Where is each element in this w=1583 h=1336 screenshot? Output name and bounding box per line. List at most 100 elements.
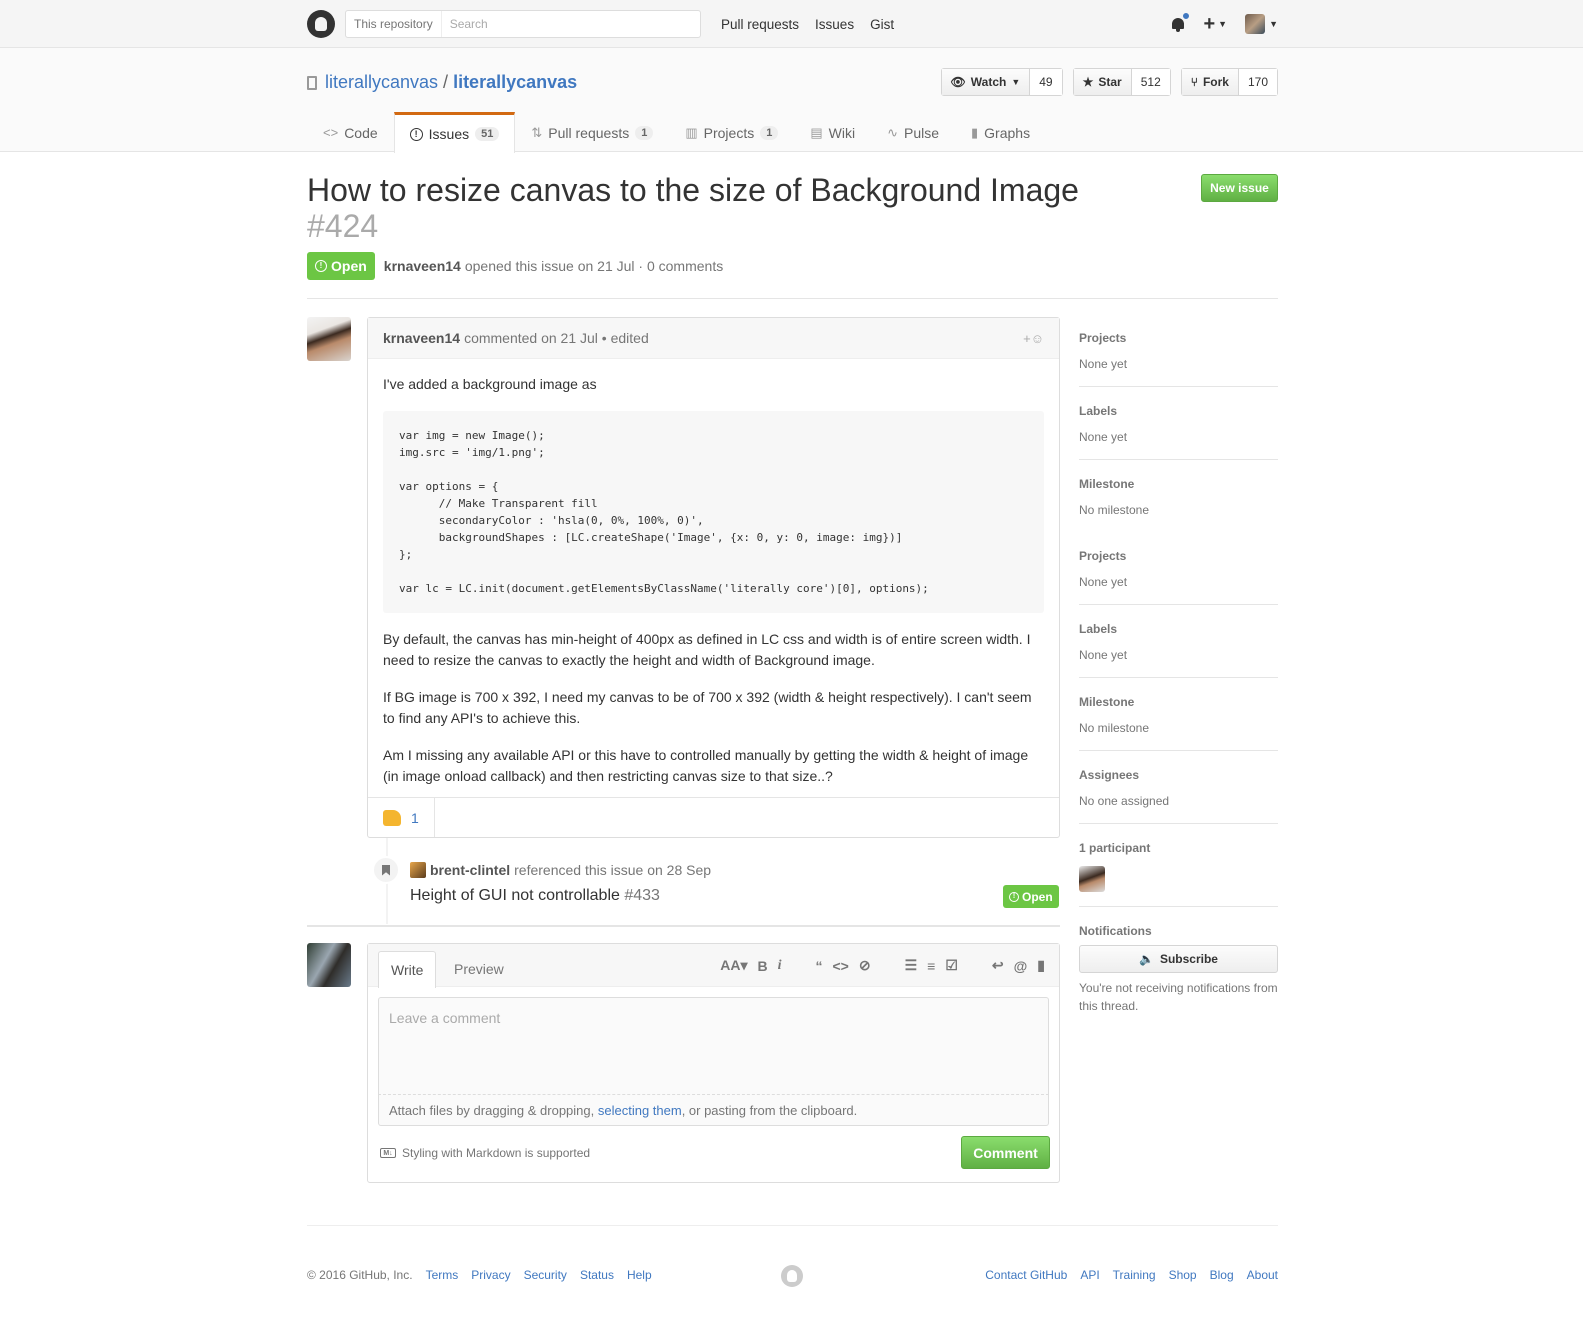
tab-pulse[interactable]: ∿ Pulse — [871, 112, 955, 152]
search-input[interactable]: This repository Search — [345, 10, 701, 38]
sidebar-heading: Notifications — [1079, 924, 1152, 938]
comment-submit-button[interactable]: Comment — [961, 1136, 1050, 1169]
nav-gist[interactable]: Gist — [870, 17, 894, 32]
star-button[interactable]: ★ Star — [1073, 69, 1132, 95]
subscribe-button[interactable]: 🔈 Subscribe — [1079, 945, 1278, 973]
new-issue-button[interactable]: New issue — [1201, 174, 1278, 202]
avatar[interactable] — [410, 862, 426, 878]
unread-dot-icon — [1182, 12, 1191, 20]
user-menu[interactable]: ▼ — [1245, 14, 1278, 34]
header-text-icon[interactable]: AA▾ — [720, 957, 747, 974]
sidebar-heading: 1 participant — [1079, 841, 1151, 855]
tab-projects[interactable]: ▥ Projects 1 — [669, 112, 794, 152]
tab-graphs[interactable]: ▮ Graphs — [955, 112, 1046, 152]
github-logo-icon[interactable] — [307, 10, 335, 38]
footer-link-shop[interactable]: Shop — [1169, 1268, 1197, 1282]
reactions-bar: 1 — [368, 797, 1059, 837]
select-files-link[interactable]: selecting them — [598, 1103, 682, 1118]
tab-wiki[interactable]: ▤ Wiki — [794, 112, 871, 152]
tab-pull-requests[interactable]: ⇅ Pull requests 1 — [515, 112, 669, 152]
caret-down-icon: ▼ — [1218, 19, 1228, 29]
tab-code[interactable]: <> Code — [307, 112, 394, 152]
star-label: Star — [1098, 75, 1122, 89]
markdown-note[interactable]: M↓ Styling with Markdown is supported — [380, 1146, 590, 1160]
create-new-menu[interactable]: + ▼ — [1203, 14, 1227, 34]
avatar[interactable] — [307, 317, 351, 361]
pr-icon: ⇅ — [531, 124, 543, 140]
watch-count[interactable]: 49 — [1030, 69, 1062, 95]
fork-button[interactable]: ⑂ Fork — [1181, 69, 1239, 95]
footer-link-training[interactable]: Training — [1113, 1268, 1156, 1282]
task-list-icon[interactable]: ☑ — [945, 957, 958, 974]
tab-preview[interactable]: Preview — [442, 951, 516, 987]
nav-issues[interactable]: Issues — [815, 17, 854, 32]
watch-button-group: 👁 Watch ▼ 49 — [940, 68, 1063, 96]
sidebar-heading[interactable]: Assignees — [1079, 767, 1278, 783]
comment-textarea[interactable]: Leave a comment — [378, 997, 1049, 1095]
bold-icon[interactable]: B — [757, 958, 767, 974]
thumbs-up-reaction[interactable]: 1 — [368, 798, 435, 837]
speaker-icon: 🔈 — [1139, 952, 1154, 966]
sidebar-value: None yet — [1079, 575, 1128, 589]
sidebar-heading[interactable]: Projects — [1079, 548, 1278, 564]
notification-bell-icon[interactable] — [1171, 12, 1191, 32]
reply-icon[interactable]: ↩ — [992, 957, 1004, 974]
footer-link-contact[interactable]: Contact GitHub — [985, 1268, 1067, 1282]
issue-author-link[interactable]: krnaveen14 — [384, 258, 461, 274]
divider — [307, 925, 1060, 927]
tab-write[interactable]: Write — [378, 951, 437, 988]
repo-header: literallycanvas / literallycanvas 👁 Watch… — [0, 48, 1583, 153]
footer-link-blog[interactable]: Blog — [1210, 1268, 1234, 1282]
footer-link-api[interactable]: API — [1080, 1268, 1099, 1282]
avatar — [1245, 14, 1266, 34]
github-mark-icon[interactable] — [781, 1265, 803, 1287]
footer-link-terms[interactable]: Terms — [426, 1268, 459, 1282]
reference-event: brent-clintel referenced this issue on 2… — [410, 862, 711, 878]
footer-link-security[interactable]: Security — [524, 1268, 567, 1282]
nav-pull-requests[interactable]: Pull requests — [721, 17, 799, 32]
attach-files-bar[interactable]: Attach files by dragging & dropping, sel… — [378, 1095, 1049, 1126]
graph-icon: ▮ — [971, 124, 979, 140]
code-icon[interactable]: <> — [833, 958, 849, 974]
sidebar-labels: Labels None yet — [1079, 387, 1278, 460]
issue-meta-text: opened this issue on 21 Jul · 0 comments — [464, 258, 724, 274]
repo-name-link[interactable]: literallycanvas — [453, 72, 577, 93]
pr-counter: 1 — [635, 125, 654, 140]
referenced-issue-link[interactable]: Height of GUI not controllable #433 — [410, 887, 660, 905]
issue-number: #424 — [307, 208, 379, 244]
comment-author-link[interactable]: krnaveen14 — [383, 330, 460, 346]
sidebar-projects: Projects None yet — [1079, 322, 1278, 387]
comment-header: krnaveen14 commented on 21 Jul • edited … — [368, 318, 1059, 359]
quote-icon[interactable]: “ — [816, 958, 823, 974]
bookmark-icon[interactable]: ▮ — [1037, 957, 1045, 974]
fork-count[interactable]: 170 — [1238, 69, 1277, 95]
footer-link-help[interactable]: Help — [627, 1268, 652, 1282]
footer-link-privacy[interactable]: Privacy — [471, 1268, 510, 1282]
star-count[interactable]: 512 — [1131, 69, 1170, 95]
avatar[interactable] — [1079, 866, 1105, 892]
watch-button[interactable]: 👁 Watch ▼ — [941, 69, 1031, 95]
mention-icon[interactable]: @ — [1014, 958, 1028, 974]
ordered-list-icon[interactable]: ≡ — [927, 958, 935, 974]
link-icon[interactable]: ⊘ — [859, 957, 871, 974]
event-text: referenced this issue on 28 Sep — [514, 862, 712, 878]
add-reaction-icon[interactable]: +☺ — [1023, 331, 1044, 346]
footer-link-about[interactable]: About — [1247, 1268, 1278, 1282]
sidebar-heading[interactable]: Milestone — [1079, 476, 1278, 492]
tab-label: Issues — [428, 126, 470, 142]
unordered-list-icon[interactable]: ☰ — [905, 957, 918, 974]
sidebar-heading[interactable]: Labels — [1079, 621, 1278, 637]
event-author-link[interactable]: brent-clintel — [430, 862, 510, 878]
repo-owner-link[interactable]: literallycanvas — [325, 72, 438, 93]
sidebar-heading[interactable]: Projects — [1079, 330, 1278, 346]
status-badge: ! Open — [1003, 885, 1059, 908]
sidebar-value: None yet — [1079, 648, 1128, 662]
avatar[interactable] — [307, 943, 351, 987]
sidebar-heading[interactable]: Labels — [1079, 403, 1278, 419]
footer-link-status[interactable]: Status — [580, 1268, 614, 1282]
sidebar-milestone: Milestone No milestone — [1079, 678, 1278, 751]
sidebar-heading[interactable]: Milestone — [1079, 694, 1278, 710]
italic-icon[interactable]: i — [778, 958, 782, 974]
tab-issues[interactable]: ! Issues 51 — [393, 112, 516, 153]
tab-label: Projects — [703, 124, 755, 141]
